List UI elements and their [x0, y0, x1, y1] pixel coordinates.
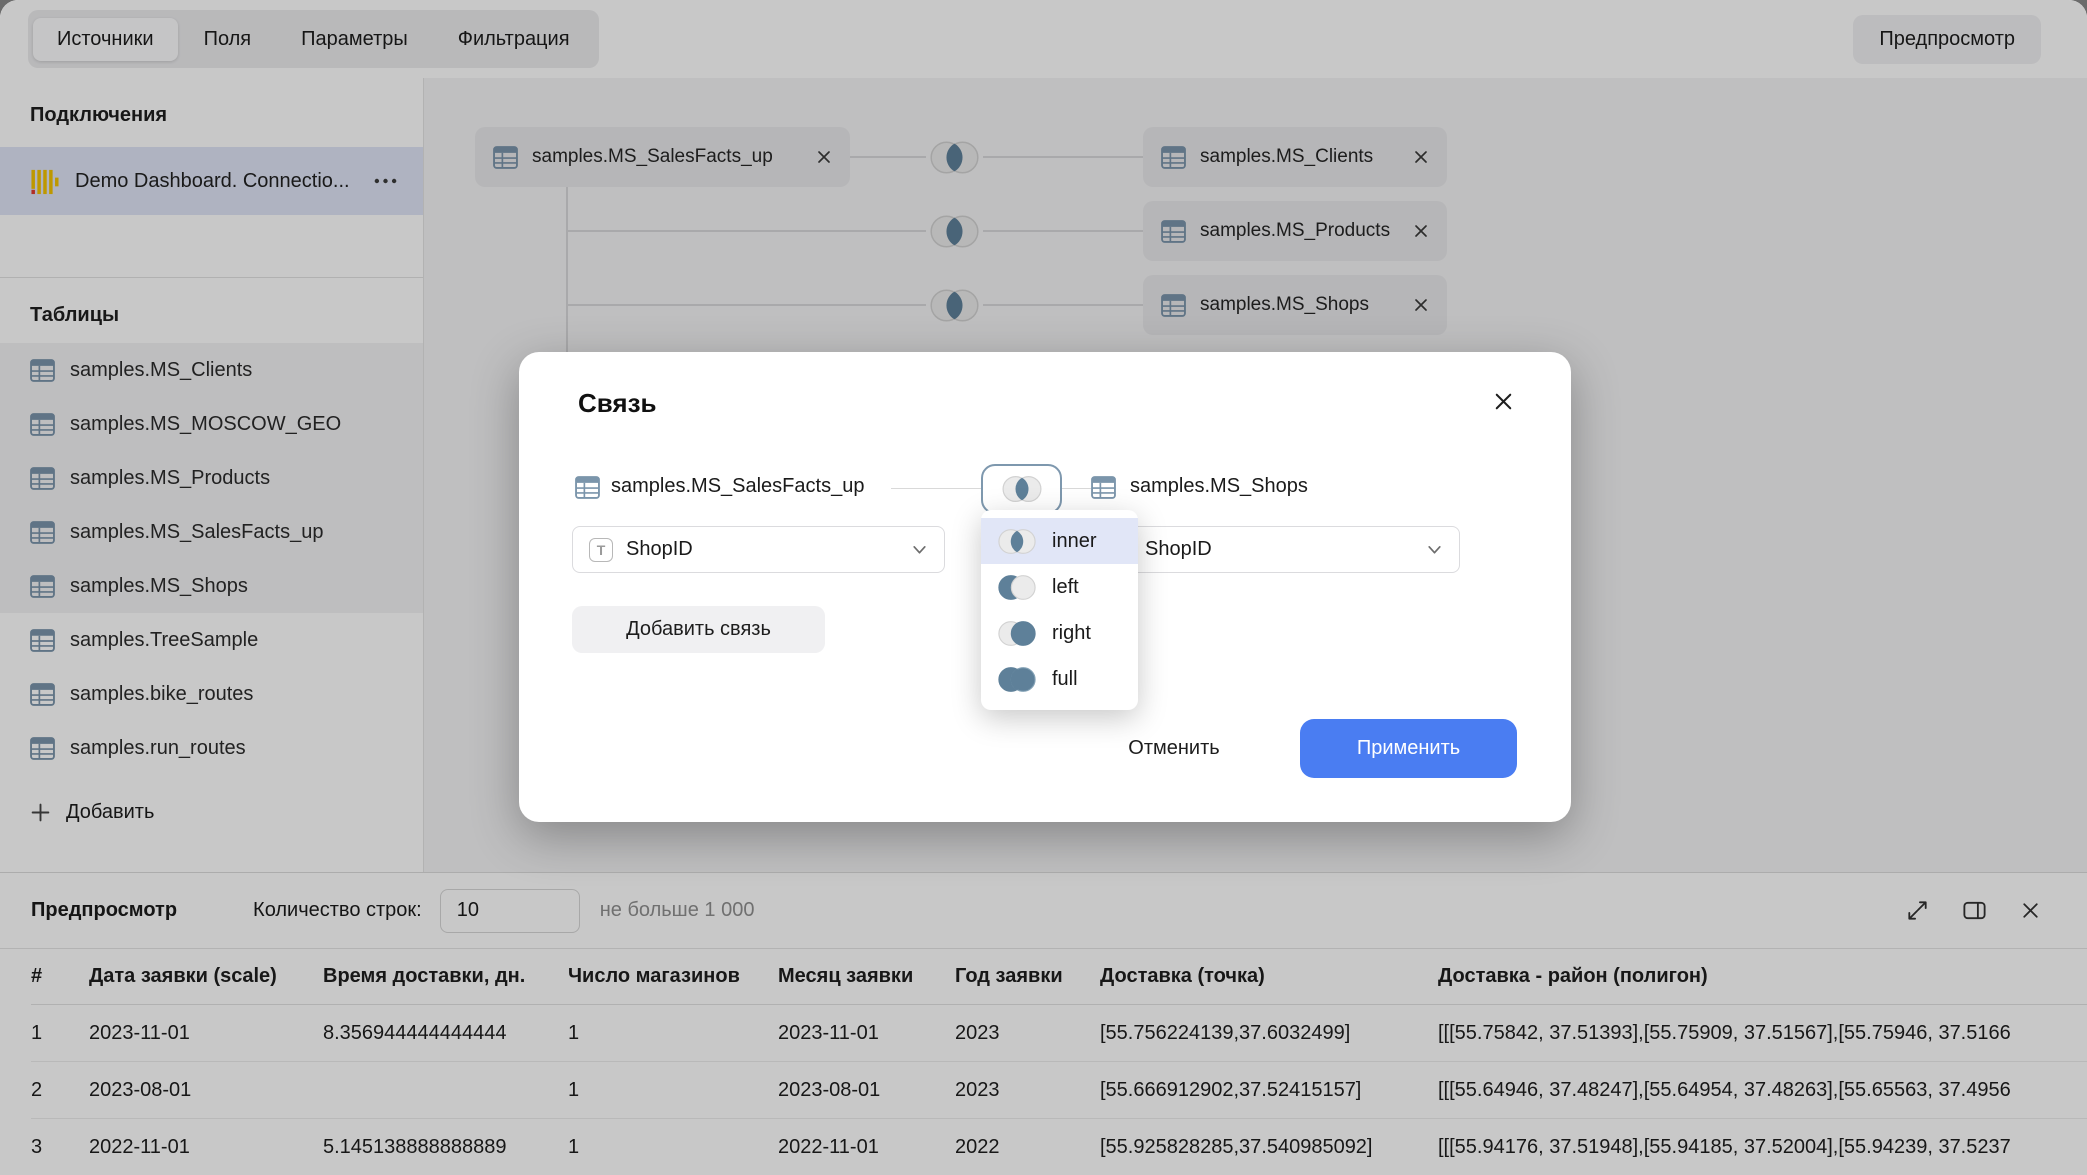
connector-line	[1062, 488, 1091, 489]
table-icon	[575, 476, 600, 499]
left-field-value: ShopID	[626, 538, 898, 561]
chevron-down-icon	[1426, 541, 1443, 558]
chevron-down-icon	[911, 541, 928, 558]
relation-row: samples.MS_SalesFacts_up samples.MS_Shop…	[519, 464, 1571, 514]
join-full-icon	[995, 665, 1039, 694]
join-right-icon	[995, 619, 1039, 648]
join-type-menu: inner left right full	[981, 510, 1138, 710]
join-option-full[interactable]: full	[981, 656, 1138, 702]
join-option-inner[interactable]: inner	[981, 518, 1138, 564]
string-type-icon: T	[589, 538, 613, 562]
left-field-select[interactable]: T ShopID	[572, 526, 945, 573]
join-type-selector[interactable]	[981, 464, 1062, 514]
join-option-left[interactable]: left	[981, 564, 1138, 610]
relation-left-table: samples.MS_SalesFacts_up	[611, 475, 864, 498]
join-option-label: inner	[1052, 530, 1096, 553]
join-inner-icon	[999, 474, 1045, 504]
join-option-label: full	[1052, 668, 1078, 691]
right-field-select[interactable]: T ShopID	[1091, 526, 1460, 573]
table-icon	[1091, 476, 1116, 499]
join-left-icon	[995, 573, 1039, 602]
right-field-value: ShopID	[1145, 538, 1413, 561]
dialog-title: Связь	[578, 388, 657, 419]
relation-right-table: samples.MS_Shops	[1130, 475, 1308, 498]
add-link-button[interactable]: Добавить связь	[572, 606, 825, 653]
dialog-close-icon[interactable]	[1490, 388, 1517, 415]
join-option-label: right	[1052, 622, 1091, 645]
apply-button[interactable]: Применить	[1300, 719, 1517, 778]
join-inner-icon	[995, 527, 1039, 556]
connector-line	[891, 488, 981, 489]
join-option-label: left	[1052, 576, 1079, 599]
cancel-button[interactable]: Отменить	[1109, 719, 1239, 778]
app-window: ИсточникиПоляПараметрыФильтрация Предпро…	[0, 0, 2087, 1175]
join-option-right[interactable]: right	[981, 610, 1138, 656]
